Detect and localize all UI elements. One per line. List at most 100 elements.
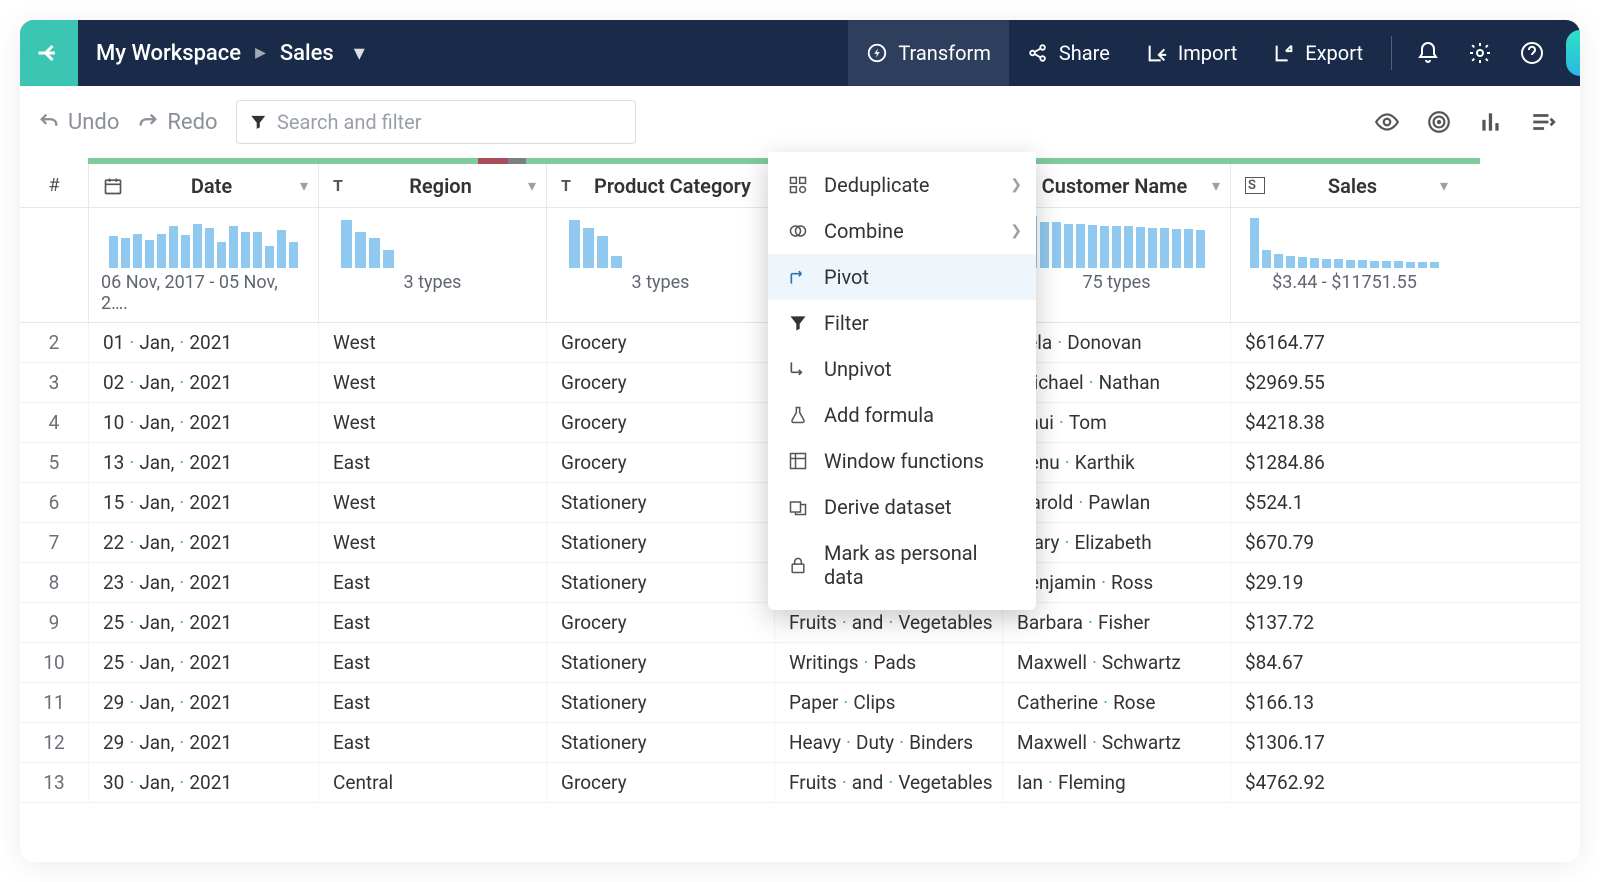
- caret-down-icon[interactable]: ▾: [300, 176, 308, 195]
- column-header-sales[interactable]: S Sales ▾: [1230, 164, 1458, 207]
- redo-button[interactable]: Redo: [137, 110, 217, 135]
- text-type-icon: T: [333, 176, 353, 195]
- table-row[interactable]: 1330·Jan,·2021CentralGroceryFruits·and·V…: [20, 763, 1580, 803]
- cell-date: 29·Jan,·2021: [88, 723, 318, 762]
- help-icon[interactable]: [1506, 20, 1558, 86]
- breadcrumb-dataset[interactable]: Sales: [280, 41, 334, 66]
- caret-down-icon[interactable]: ▾: [528, 176, 536, 195]
- cell-sales: $166.13: [1230, 683, 1458, 722]
- cell-product: Writings·Pads: [774, 643, 1002, 682]
- share-button[interactable]: Share: [1009, 20, 1128, 86]
- transform-button[interactable]: Transform: [848, 20, 1009, 86]
- deduplicate-icon: [788, 175, 808, 195]
- cell-category: Grocery: [546, 363, 774, 402]
- cell-sales: $4762.92: [1230, 763, 1458, 802]
- cell-customer: Michael·Nathan: [1002, 363, 1230, 402]
- search-input[interactable]: [277, 110, 623, 134]
- table-row[interactable]: 1229·Jan,·2021EastStationeryHeavy·Duty·B…: [20, 723, 1580, 763]
- menu-combine[interactable]: Combine ❯: [768, 208, 1036, 254]
- summary-sales: $3.44 - $11751.55: [1230, 208, 1458, 322]
- pivot-icon: [788, 267, 808, 287]
- column-header-date[interactable]: Date ▾: [88, 164, 318, 207]
- row-number: 9: [20, 611, 88, 634]
- menu-unpivot[interactable]: Unpivot: [768, 346, 1036, 392]
- import-icon: [1146, 42, 1168, 64]
- row-number: 4: [20, 411, 88, 434]
- cell-date: 01·Jan,·2021: [88, 323, 318, 362]
- unpivot-icon: [788, 359, 808, 379]
- menu-arrow-icon[interactable]: [1530, 109, 1556, 135]
- menu-filter[interactable]: Filter: [768, 300, 1036, 346]
- cell-category: Grocery: [546, 403, 774, 442]
- column-header-region[interactable]: T Region ▾: [318, 164, 546, 207]
- bell-icon[interactable]: [1402, 20, 1454, 86]
- combine-icon: [788, 221, 808, 241]
- undo-icon: [38, 111, 60, 133]
- menu-window-functions[interactable]: Window functions: [768, 438, 1036, 484]
- cell-date: 13·Jan,·2021: [88, 443, 318, 482]
- cell-sales: $6164.77: [1230, 323, 1458, 362]
- currency-type-icon: S: [1245, 177, 1265, 194]
- cell-category: Grocery: [546, 443, 774, 482]
- cell-sales: $4218.38: [1230, 403, 1458, 442]
- caret-down-icon[interactable]: ▾: [1212, 176, 1220, 195]
- caret-down-icon[interactable]: ▾: [354, 41, 365, 66]
- cell-region: East: [318, 683, 546, 722]
- cell-customer: Harold·Pawlan: [1002, 483, 1230, 522]
- derive-icon: [788, 497, 808, 517]
- cell-customer: Lela·Donovan: [1002, 323, 1230, 362]
- back-button[interactable]: [20, 20, 78, 86]
- search-filter-box[interactable]: [236, 100, 636, 144]
- breadcrumb: My Workspace ▶ Sales ▾: [78, 41, 383, 66]
- cell-category: Stationery: [546, 483, 774, 522]
- cell-product: Fruits·and·Vegetables: [774, 763, 1002, 802]
- cell-region: East: [318, 643, 546, 682]
- gear-icon[interactable]: [1454, 20, 1506, 86]
- chart-icon[interactable]: [1478, 109, 1504, 135]
- cell-category: Stationery: [546, 723, 774, 762]
- target-icon[interactable]: [1426, 109, 1452, 135]
- cell-product: Heavy·Duty·Binders: [774, 723, 1002, 762]
- row-number: 10: [20, 651, 88, 674]
- menu-mark-personal[interactable]: Mark as personal data: [768, 530, 1036, 600]
- cell-sales: $29.19: [1230, 563, 1458, 602]
- export-button[interactable]: Export: [1255, 20, 1381, 86]
- cell-sales: $84.67: [1230, 643, 1458, 682]
- cell-region: West: [318, 403, 546, 442]
- cell-category: Stationery: [546, 563, 774, 602]
- column-header-customer[interactable]: Customer Name ▾: [1002, 164, 1230, 207]
- breadcrumb-workspace[interactable]: My Workspace: [96, 41, 241, 66]
- cell-date: 10·Jan,·2021: [88, 403, 318, 442]
- cell-customer: Maxwell·Schwartz: [1002, 723, 1230, 762]
- cell-date: 15·Jan,·2021: [88, 483, 318, 522]
- cell-region: West: [318, 363, 546, 402]
- menu-derive-dataset[interactable]: Derive dataset: [768, 484, 1036, 530]
- cell-region: East: [318, 563, 546, 602]
- import-button[interactable]: Import: [1128, 20, 1255, 86]
- cell-date: 30·Jan,·2021: [88, 763, 318, 802]
- menu-pivot[interactable]: Pivot: [768, 254, 1036, 300]
- cell-customer: Maxwell·Schwartz: [1002, 643, 1230, 682]
- undo-button[interactable]: Undo: [38, 110, 119, 135]
- cell-category: Grocery: [546, 323, 774, 362]
- flask-icon: [788, 405, 808, 425]
- cell-customer: Ian·Fleming: [1002, 763, 1230, 802]
- app-header: My Workspace ▶ Sales ▾ Transform Share I…: [20, 20, 1580, 86]
- avatar[interactable]: [1566, 30, 1580, 76]
- toolbar: Undo Redo: [20, 86, 1580, 158]
- cell-sales: $670.79: [1230, 523, 1458, 562]
- cell-date: 22·Jan,·2021: [88, 523, 318, 562]
- row-number-header: #: [20, 175, 88, 196]
- chevron-right-icon: ❯: [1010, 177, 1022, 193]
- summary-customer: 75 types: [1002, 208, 1230, 322]
- column-header-product-category[interactable]: T Product Category: [546, 164, 774, 207]
- caret-down-icon[interactable]: ▾: [1440, 176, 1448, 195]
- cell-region: West: [318, 483, 546, 522]
- table-row[interactable]: 1025·Jan,·2021EastStationeryWritings·Pad…: [20, 643, 1580, 683]
- menu-deduplicate[interactable]: Deduplicate ❯: [768, 162, 1036, 208]
- eye-icon[interactable]: [1374, 109, 1400, 135]
- row-number: 5: [20, 451, 88, 474]
- table-row[interactable]: 1129·Jan,·2021EastStationeryPaper·ClipsC…: [20, 683, 1580, 723]
- menu-add-formula[interactable]: Add formula: [768, 392, 1036, 438]
- cell-product: Paper·Clips: [774, 683, 1002, 722]
